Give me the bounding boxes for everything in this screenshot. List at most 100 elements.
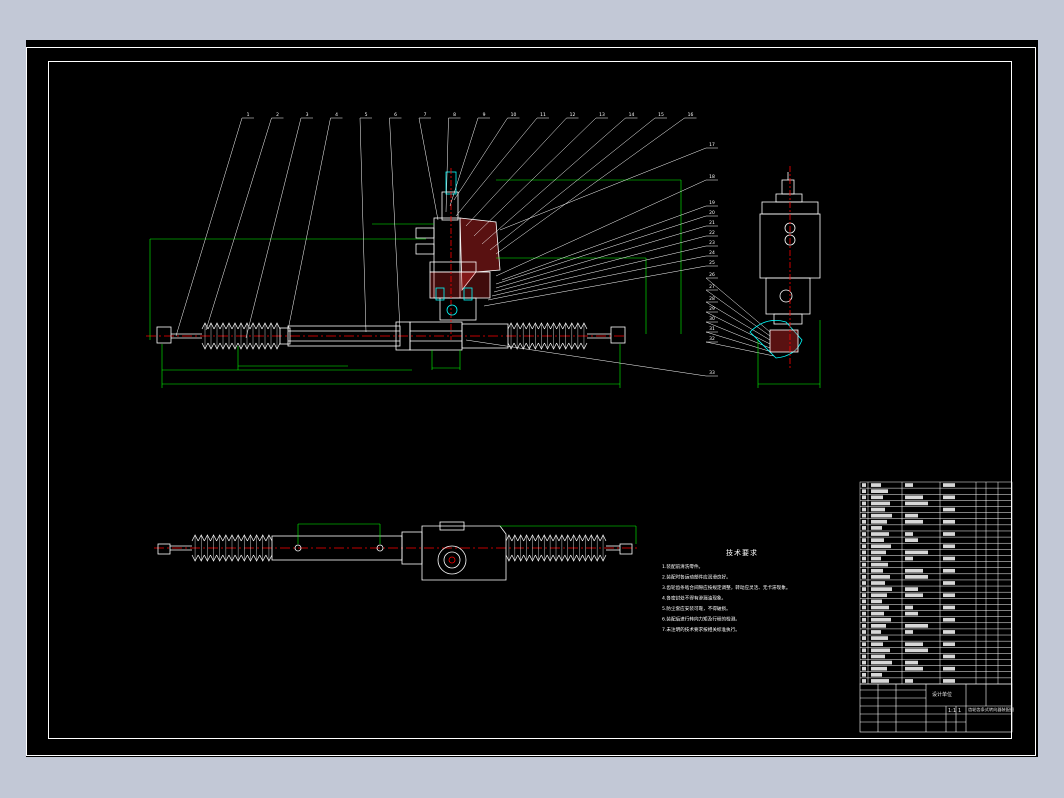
part-material-cell [905,605,913,610]
callout-number: 26 [709,272,715,278]
title-block-school: 设计单位 [932,691,952,698]
part-material-cell [905,679,913,683]
part-material-cell [905,642,923,647]
tech-req-note: 7.未注明的技术要求按相关标准执行。 [662,626,740,633]
callout-number: 16 [688,112,694,118]
callout-number: 25 [709,260,715,266]
part-index-cell [862,507,866,512]
callout-number: 21 [709,220,715,226]
part-index-cell [862,617,866,622]
part-name-cell [871,623,886,628]
part-note-cell [943,568,955,573]
part-name-cell [871,666,887,671]
part-name-cell [871,526,882,530]
part-material-cell [905,611,918,616]
callout-number: 11 [540,112,546,118]
title-block-sheet: 1 [958,708,961,714]
part-name-cell [871,593,887,598]
part-index-cell [862,501,866,506]
main-section-view [146,168,626,351]
part-note-cell [943,605,955,610]
part-note-cell [943,519,955,524]
tech-req-note: 2.装配时各运动部件应润滑良好。 [662,574,731,581]
part-note-cell [943,617,955,622]
callout-number: 5 [365,112,368,118]
part-material-cell [905,660,918,665]
callout-number: 30 [709,316,715,322]
part-name-cell [871,519,887,524]
tech-req-note: 4.各密封处不得有渗漏油现象。 [662,595,726,602]
part-note-cell [943,642,955,647]
part-note-cell [943,581,955,585]
part-note-cell [943,495,955,500]
part-note-cell [943,532,955,536]
callout-number: 2 [276,112,279,118]
part-index-cell [862,483,866,487]
part-material-cell [905,623,928,628]
part-name-cell [871,575,890,579]
part-index-cell [862,538,866,543]
part-name-cell [871,568,883,573]
part-name-cell [871,544,891,549]
part-note-cell [943,483,955,487]
top-view [154,521,640,581]
part-name-cell [871,672,882,677]
part-material-cell [905,532,913,536]
callout-number: 8 [453,112,456,118]
part-name-cell [871,550,886,555]
callout-number: 31 [709,326,715,332]
part-note-cell [943,679,955,683]
part-note-cell [943,556,955,561]
part-name-cell [871,611,884,616]
assembly-drawing: 1 2 3 4 5 6 7 8 9 10 11 12 13 14 15 16 1718192021222324… [26,47,1036,756]
callout-number: 28 [709,296,715,302]
part-material-cell [905,648,928,653]
title-block-drawing-name: 齿轮齿条式转向器装配图 [968,706,1014,713]
part-index-cell [862,672,866,677]
part-index-cell [862,526,866,530]
callout-number: 7 [424,112,427,118]
part-name-cell [871,513,892,518]
part-index-cell [862,544,866,549]
part-material-cell [905,501,928,506]
part-material-cell [905,538,918,543]
callout-numbers-right: 17 18 19 20 21 22 23 24 25 26 27 28 29 30 31 32 33 [709,142,715,376]
part-name-cell [871,617,891,622]
callout-number: 1 [247,112,250,118]
callout-number: 32 [709,336,715,342]
part-name-cell [871,587,892,591]
part-material-cell [905,575,928,579]
part-index-cell [862,605,866,610]
part-name-cell [871,679,889,683]
part-material-cell [905,568,923,573]
part-index-cell [862,513,866,518]
callout-number: 22 [709,230,715,236]
part-index-cell [862,495,866,500]
part-name-cell [871,581,885,585]
part-index-cell [862,550,866,555]
part-index-cell [862,636,866,640]
part-name-cell [871,636,888,640]
title-block-scale: 1:1 [948,708,956,714]
part-index-cell [862,532,866,536]
part-name-cell [871,660,892,665]
part-name-cell [871,538,884,543]
part-index-cell [862,623,866,628]
part-material-cell [905,666,923,671]
part-name-cell [871,605,889,610]
callout-number: 33 [709,370,715,376]
cad-viewport[interactable]: 1 2 3 4 5 6 7 8 9 10 11 12 13 14 15 16 17 18 19 20 21 22 23 24… [26,40,1038,757]
callout-number: 20 [709,210,715,216]
callout-number: 9 [483,112,486,118]
part-index-cell [862,611,866,616]
technical-requirements: 技术要求 1.装配前清洗零件。 2.装配时各运动部件应润滑良好。 3.齿轮齿条啮合间… [662,548,790,633]
part-index-cell [862,679,866,683]
callout-number: 12 [570,112,576,118]
part-index-cell [862,587,866,591]
part-index-cell [862,581,866,585]
part-index-cell [862,654,866,659]
callout-number: 6 [394,112,397,118]
callout-number: 17 [709,142,715,148]
part-name-cell [871,654,885,659]
callout-number: 14 [629,112,635,118]
